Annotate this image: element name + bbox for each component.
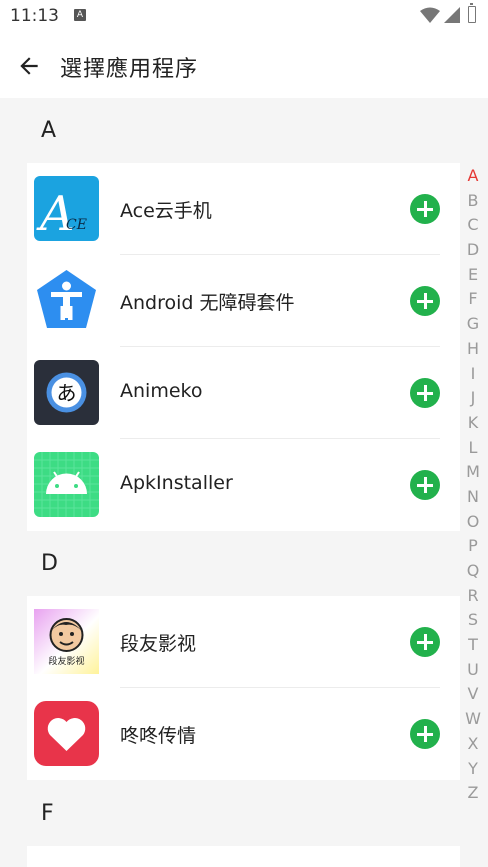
- section-card-d: 段友影视 段友影视 咚咚传情: [27, 596, 460, 780]
- app-row[interactable]: A CE Ace云手机: [27, 163, 460, 255]
- status-bar: 11:13 A: [0, 0, 488, 33]
- section-card-a: A CE Ace云手机 Android 无障碍套件 あ Animeko ApkI…: [27, 163, 460, 531]
- battery-icon: [468, 3, 476, 23]
- index-letter-v[interactable]: V: [462, 682, 484, 707]
- section-header-a: A: [41, 118, 57, 143]
- add-button[interactable]: [410, 194, 440, 224]
- index-letter-h[interactable]: H: [462, 337, 484, 362]
- accessibility-icon: [34, 268, 99, 333]
- app-name: Android 无障碍套件: [120, 292, 295, 314]
- app-name: ApkInstaller: [120, 472, 233, 494]
- app-name: 咚咚传情: [120, 725, 197, 747]
- index-letter-i[interactable]: I: [462, 362, 484, 387]
- page-title: 選擇應用程序: [60, 57, 199, 82]
- index-letter-l[interactable]: L: [462, 436, 484, 461]
- index-letter-d[interactable]: D: [462, 238, 484, 263]
- section-header-f: F: [41, 801, 54, 826]
- section-card-f: [27, 846, 460, 867]
- index-letter-t[interactable]: T: [462, 633, 484, 658]
- index-letter-p[interactable]: P: [462, 534, 484, 559]
- index-letter-z[interactable]: Z: [462, 781, 484, 806]
- status-time: 11:13: [10, 6, 59, 26]
- add-button[interactable]: [410, 378, 440, 408]
- svg-text:あ: あ: [57, 381, 77, 405]
- section-header-d: D: [41, 551, 58, 576]
- add-button[interactable]: [410, 286, 440, 316]
- index-letter-y[interactable]: Y: [462, 757, 484, 782]
- ace-cloud-phone-icon: A CE: [34, 176, 99, 241]
- index-letter-q[interactable]: Q: [462, 559, 484, 584]
- index-letter-r[interactable]: R: [462, 584, 484, 609]
- app-bar: 選擇應用程序: [0, 33, 488, 98]
- app-name: Animeko: [120, 380, 203, 402]
- back-arrow-icon[interactable]: [16, 53, 42, 79]
- index-letter-o[interactable]: O: [462, 510, 484, 535]
- index-letter-n[interactable]: N: [462, 485, 484, 510]
- index-letter-a[interactable]: A: [462, 164, 484, 189]
- index-letter-j[interactable]: J: [462, 386, 484, 411]
- index-letter-m[interactable]: M: [462, 460, 484, 485]
- svg-text:段友影视: 段友影视: [48, 655, 84, 667]
- app-row[interactable]: 咚咚传情: [27, 688, 460, 780]
- index-letter-x[interactable]: X: [462, 732, 484, 757]
- notification-icon: A: [74, 9, 86, 21]
- index-letter-w[interactable]: W: [462, 707, 484, 732]
- index-letter-s[interactable]: S: [462, 608, 484, 633]
- index-letter-e[interactable]: E: [462, 263, 484, 288]
- duanyou-avatar-icon: 段友影视: [34, 609, 99, 674]
- app-row[interactable]: あ Animeko: [27, 347, 460, 439]
- add-button[interactable]: [410, 627, 440, 657]
- svg-text:CE: CE: [66, 217, 87, 233]
- wifi-icon: [420, 7, 440, 23]
- index-letter-b[interactable]: B: [462, 189, 484, 214]
- index-letter-g[interactable]: G: [462, 312, 484, 337]
- alphabet-index[interactable]: ABCDEFGHIJKLMNOPQRSTUVWXYZ: [462, 164, 484, 806]
- add-button[interactable]: [410, 719, 440, 749]
- heart-icon: [34, 701, 99, 766]
- app-name: 段友影视: [120, 633, 197, 655]
- signal-icon: [444, 7, 460, 23]
- animeko-icon: あ: [34, 360, 99, 425]
- index-letter-c[interactable]: C: [462, 213, 484, 238]
- app-row[interactable]: Android 无障碍套件: [27, 255, 460, 347]
- app-name: Ace云手机: [120, 200, 212, 222]
- app-row[interactable]: 段友影视 段友影视: [27, 596, 460, 688]
- index-letter-f[interactable]: F: [462, 287, 484, 312]
- app-row[interactable]: ApkInstaller: [27, 439, 460, 531]
- android-robot-icon: [34, 452, 99, 517]
- index-letter-u[interactable]: U: [462, 658, 484, 683]
- index-letter-k[interactable]: K: [462, 411, 484, 436]
- add-button[interactable]: [410, 470, 440, 500]
